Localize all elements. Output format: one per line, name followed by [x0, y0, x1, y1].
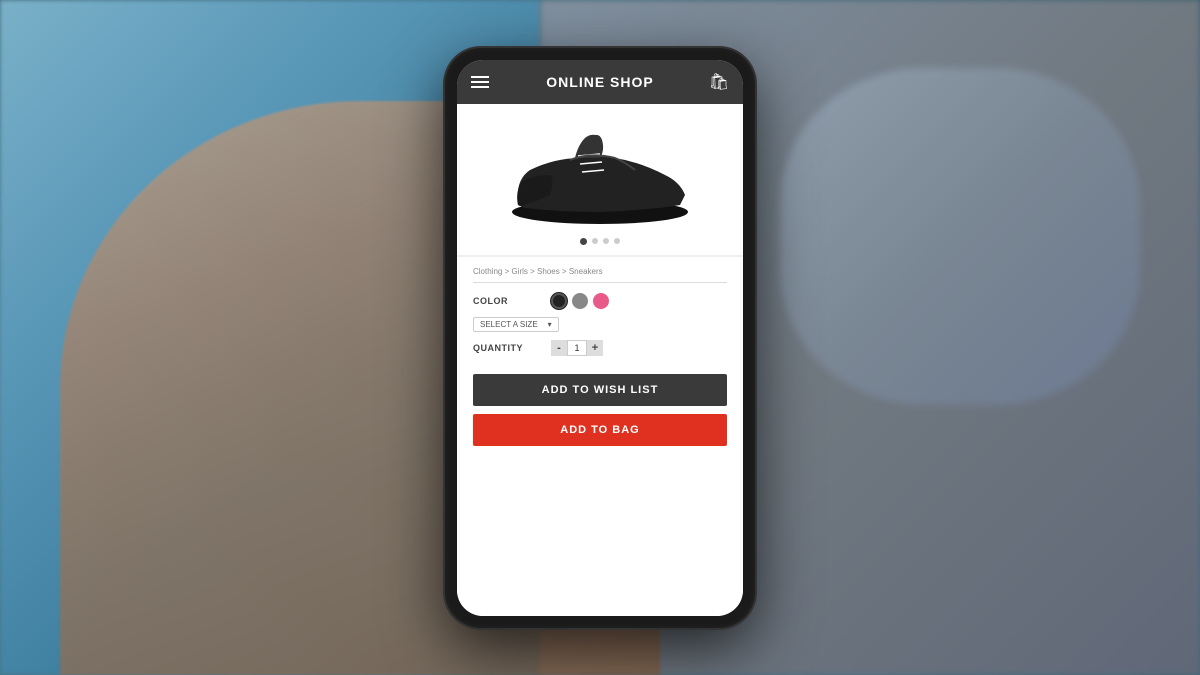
phone-wrapper: ONLINE SHOP 🛍 — [445, 48, 755, 628]
shoe-svg — [500, 120, 700, 230]
product-image-area — [457, 104, 743, 255]
color-swatch-black[interactable] — [551, 293, 567, 309]
carousel-dot-3[interactable] — [603, 238, 609, 244]
top-bar: ONLINE SHOP 🛍 — [457, 60, 743, 104]
add-to-bag-button[interactable]: ADD TO BAG — [473, 414, 727, 446]
app-title: ONLINE SHOP — [546, 74, 653, 90]
color-swatch-gray[interactable] — [572, 293, 588, 309]
quantity-decrease-button[interactable]: - — [551, 340, 567, 356]
color-row: COLOR — [473, 293, 727, 309]
quantity-label: QUANTITY — [473, 343, 543, 353]
product-image — [500, 120, 700, 230]
phone-device: ONLINE SHOP 🛍 — [445, 48, 755, 628]
carousel-dot-1[interactable] — [580, 238, 587, 245]
quantity-value: 1 — [567, 340, 587, 356]
breadcrumb: Clothing > Girls > Shoes > Sneakers — [473, 267, 727, 283]
color-label: COLOR — [473, 296, 543, 306]
quantity-controls: - 1 + — [551, 340, 603, 356]
quantity-row: QUANTITY - 1 + — [473, 340, 727, 356]
product-details: Clothing > Girls > Shoes > Sneakers COLO… — [457, 257, 743, 616]
color-swatches — [551, 293, 609, 309]
carousel-dot-2[interactable] — [592, 238, 598, 244]
button-area: ADD TO WISH LIST ADD TO BAG — [473, 374, 727, 446]
carousel-dot-4[interactable] — [614, 238, 620, 244]
size-row: SELECT A SIZE ▾ — [473, 317, 727, 332]
chevron-down-icon: ▾ — [548, 320, 552, 329]
menu-icon[interactable] — [471, 76, 489, 88]
size-select[interactable]: SELECT A SIZE ▾ — [473, 317, 559, 332]
quantity-increase-button[interactable]: + — [587, 340, 603, 356]
color-swatch-pink[interactable] — [593, 293, 609, 309]
size-select-label: SELECT A SIZE — [480, 320, 538, 329]
phone-screen: ONLINE SHOP 🛍 — [457, 60, 743, 616]
background-pillow — [780, 68, 1140, 406]
bag-icon[interactable]: 🛍 — [709, 72, 729, 92]
carousel-dots — [580, 238, 620, 245]
add-to-wishlist-button[interactable]: ADD TO WISH LIST — [473, 374, 727, 406]
